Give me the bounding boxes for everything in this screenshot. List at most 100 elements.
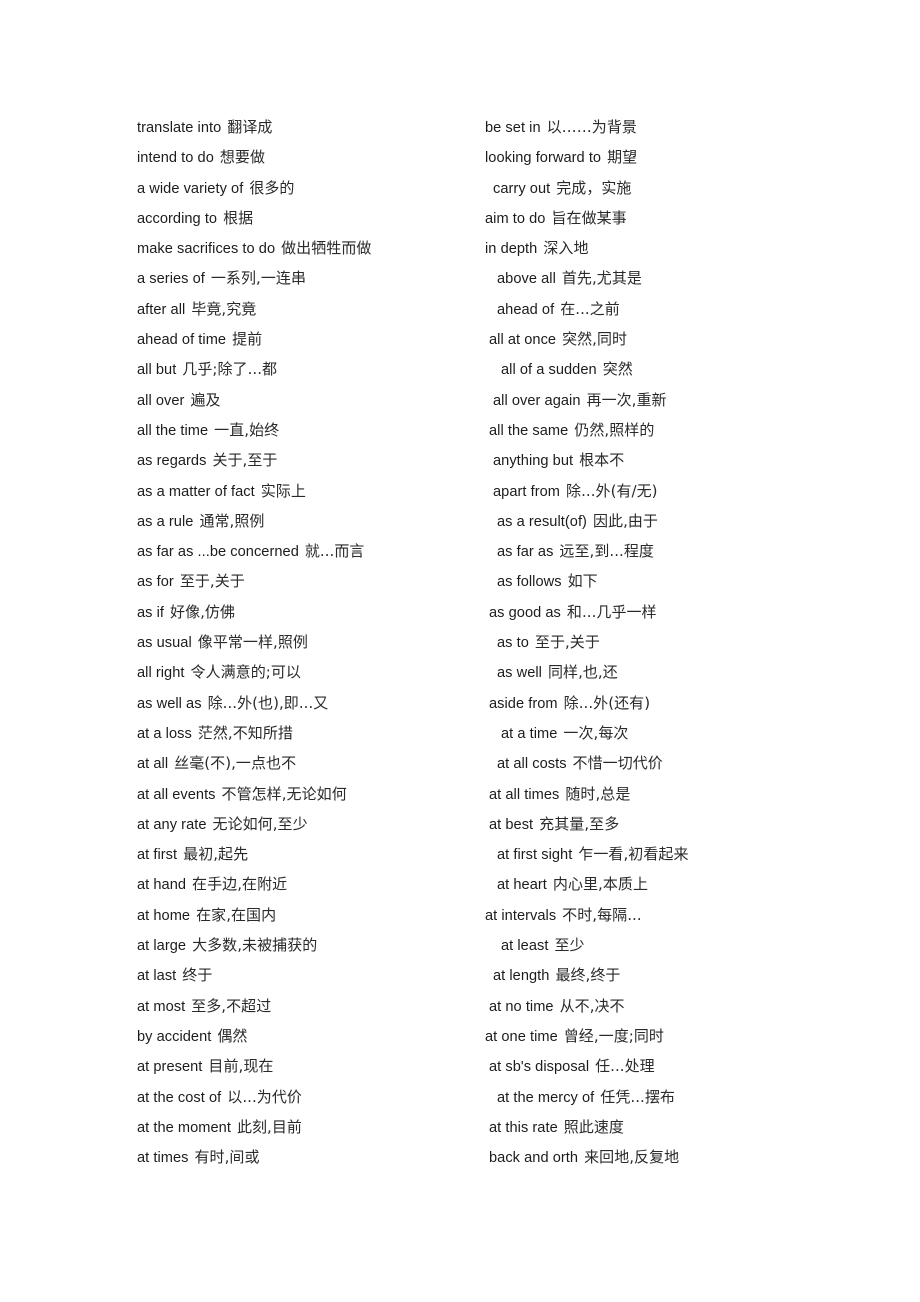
phrase-entry: all of a sudden 突然 [485,354,825,384]
phrase-english: as usual [137,635,192,652]
phrase-english: all the time [137,422,209,439]
phrase-entry: apart from 除...外(有/无) [485,476,825,506]
phrase-english: at no time [489,998,554,1015]
phrase-english: aside from [489,695,558,712]
phrase-entry: intend to do 想要做 [137,142,485,172]
phrase-chinese: 内心里,本质上 [552,875,649,894]
phrase-english: at one time [485,1028,558,1045]
phrase-entry: at home 在家,在国内 [137,900,485,930]
phrase-english: at any rate [137,816,207,833]
phrase-chinese: 如下 [567,572,598,591]
phrase-entry: above all 首先,尤其是 [485,263,825,293]
phrase-chinese: 根据 [223,208,254,227]
phrase-english: be set in [485,120,541,136]
phrase-english: at a loss [137,725,192,742]
phrase-english: at intervals [485,907,557,924]
phrase-english: as for [137,574,174,591]
phrase-entry: at first sight 乍一看,初看起来 [485,839,825,869]
phrase-chinese: 从不,决不 [559,996,625,1015]
phrase-chinese: 想要做 [219,148,266,167]
phrase-entry: in depth 深入地 [485,233,825,263]
phrase-english: a series of [137,271,205,288]
phrase-entry: after all 毕竟,究竟 [137,294,485,324]
phrase-chinese: 关于,至于 [212,451,278,470]
phrase-chinese: 不惜一切代价 [572,754,663,773]
phrase-chinese: 至于,关于 [179,572,245,591]
phrase-entry: at sb's disposal 任...处理 [485,1051,825,1081]
phrase-chinese: 除...外(也),即...又 [207,693,329,712]
phrase-entry: at large 大多数,未被捕获的 [137,930,485,960]
phrase-chinese: 一系列,一连串 [210,269,306,288]
phrase-english: apart from [493,483,561,500]
phrase-entry: all but 几乎;除了...都 [137,354,485,384]
phrase-english: all but [137,362,177,379]
phrase-english: above all [497,271,556,288]
phrase-chinese: 令人满意的;可以 [190,663,301,682]
phrase-chinese: 充其量,至多 [539,814,620,833]
phrase-chinese: 茫然,不知所措 [197,723,293,742]
phrase-english: at length [493,968,550,985]
phrase-english: at best [489,816,534,833]
phrase-chinese: 实际上 [260,481,306,500]
phrase-english: all over again [493,392,581,409]
phrase-english: at sb's disposal [489,1059,590,1076]
phrase-entry: as a matter of fact 实际上 [137,476,485,506]
phrase-english: intend to do [137,150,214,167]
right-column: be set in 以……为背景 looking forward to 期望 carry… [485,112,825,1172]
phrase-chinese: 乍一看,初看起来 [578,845,689,864]
phrase-chinese: 因此,由于 [592,511,658,530]
phrase-entry: a wide variety of 很多的 [137,173,485,203]
phrase-entry: as usual 像平常一样,照例 [137,627,485,657]
phrase-chinese: 有时,间或 [194,1148,260,1167]
phrase-chinese: 旨在做某事 [551,208,627,227]
phrase-english: translate into [137,120,222,136]
phrase-entry: at hand 在手边,在附近 [137,869,485,899]
phrase-chinese: 好像,仿佛 [170,602,236,621]
phrase-chinese: 在手边,在附近 [192,875,288,894]
phrase-entry: at a loss 茫然,不知所措 [137,718,485,748]
phrase-english: as well [497,665,542,682]
phrase-english: as regards [137,453,207,470]
phrase-chinese: 任凭...摆布 [600,1087,675,1106]
phrase-entry: at the cost of 以...为代价 [137,1082,485,1112]
phrase-english: in depth [485,241,538,258]
phrase-entry: at intervals 不时,每隔... [485,900,825,930]
phrase-english: all over [137,392,185,409]
phrase-entry: according to 根据 [137,203,485,233]
phrase-entry: as far as 远至,到...程度 [485,536,825,566]
phrase-english: as far as [497,544,554,561]
phrase-chinese: 深入地 [543,239,589,258]
phrase-chinese: 以……为背景 [546,118,637,136]
phrase-chinese: 照此速度 [563,1117,624,1136]
phrase-entry: be set in 以……为背景 [485,112,825,142]
phrase-english: at the cost of [137,1089,222,1106]
phrase-english: as to [497,635,529,652]
phrase-english: as a matter of fact [137,483,255,500]
phrase-english: by accident [137,1028,212,1045]
phrase-english: ahead of [497,301,555,318]
phrase-english: at first [137,847,178,864]
phrase-chinese: 无论如何,至少 [212,814,308,833]
phrase-chinese: 来回地,反复地 [584,1148,680,1167]
phrase-entry: anything but 根本不 [485,445,825,475]
phrase-entry: at all times 随时,总是 [485,779,825,809]
phrase-chinese: 像平常一样,照例 [197,633,308,652]
phrase-chinese: 通常,照例 [199,511,265,530]
phrase-english: at large [137,938,187,955]
phrase-chinese: 不时,每隔... [562,905,642,924]
phrase-chinese: 最终,终于 [555,966,621,985]
phrase-english: at all costs [497,756,567,773]
phrase-chinese: 首先,尤其是 [561,269,642,288]
phrase-chinese: 翻译成 [227,118,273,136]
phrase-chinese: 就...而言 [304,542,365,561]
phrase-entry: ahead of 在...之前 [485,294,825,324]
phrase-entry: as follows 如下 [485,566,825,596]
phrase-english: at hand [137,877,187,894]
phrase-entry: as well as 除...外(也),即...又 [137,688,485,718]
phrase-entry: as if 好像,仿佛 [137,597,485,627]
phrase-entry: looking forward to 期望 [485,142,825,172]
phrase-chinese: 此刻,目前 [236,1117,302,1136]
phrase-english: aim to do [485,210,546,227]
phrase-entry: as regards 关于,至于 [137,445,485,475]
phrase-chinese: 同样,也,还 [547,663,618,682]
